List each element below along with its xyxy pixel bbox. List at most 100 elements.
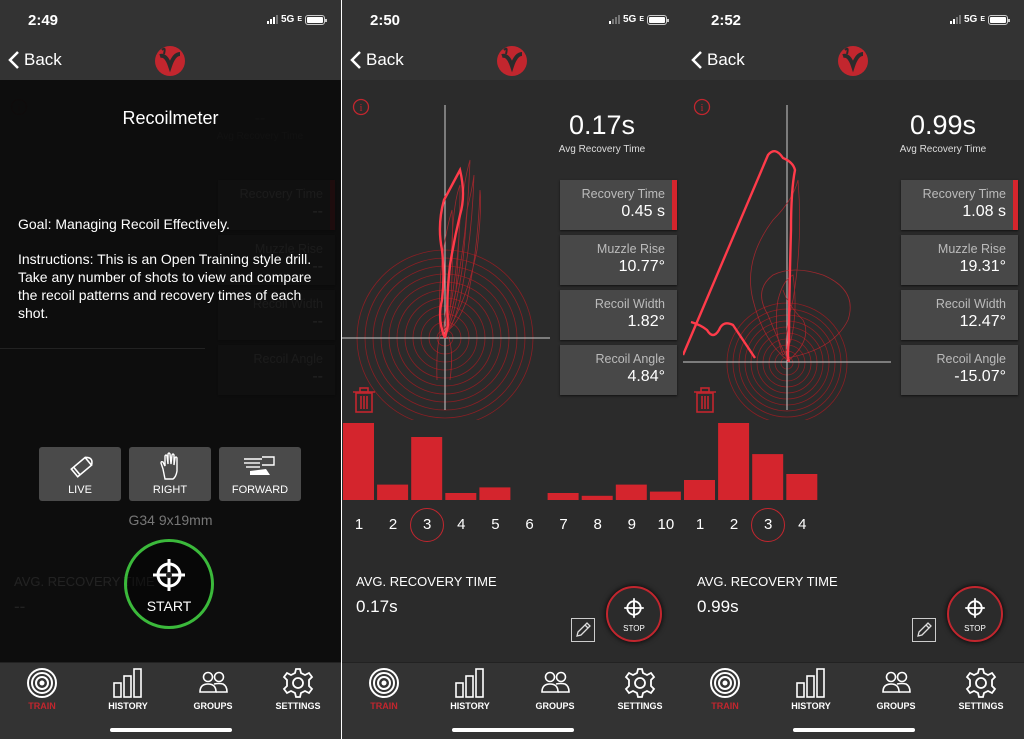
edit-button[interactable] [571,618,595,642]
hand-icon [160,452,178,480]
home-indicator[interactable] [793,728,915,732]
shot-number-9[interactable]: 9 [615,508,649,542]
battery-icon [647,14,669,25]
metric-value: 12.47° [959,313,1006,330]
option-label: LIVE [68,484,92,496]
bar-shot-4[interactable] [786,474,818,500]
shot-number-2[interactable]: 2 [376,508,410,542]
tab-settings[interactable]: SETTINGS [258,667,338,711]
avg-recovery-value: 0.17s [568,110,636,140]
trash-icon[interactable] [352,386,376,414]
metric-label: Muzzle Rise [596,242,665,256]
avg-recovery-caps-label: AVG. RECOVERY TIME [697,574,838,589]
tab-bar: TRAIN HISTORY GROUPS SETTINGS [0,662,341,739]
edit-button[interactable] [912,618,936,642]
metric-label: Recoil Width [935,297,1006,311]
tab-groups[interactable]: GROUPS [515,667,595,711]
status-bar: 2:49 5G E [0,0,341,42]
shot-number-3[interactable]: 3 [751,508,786,542]
tab-train[interactable]: TRAIN [344,667,424,711]
status-time: 2:52 [711,12,742,29]
bar-shot-3[interactable] [752,454,784,500]
tab-history[interactable]: HISTORY [771,667,851,711]
status-indicators: 5G E [266,14,327,25]
home-indicator[interactable] [110,728,232,732]
tab-label: TRAIN [711,701,739,711]
trash-icon[interactable] [693,386,717,414]
gear-icon [965,668,997,698]
metric-recovery-time[interactable]: Recovery Time 0.45 s [560,180,677,230]
tab-settings[interactable]: SETTINGS [941,667,1021,711]
option-forward-button[interactable]: FORWARD [219,447,301,501]
bar-shot-10[interactable] [649,491,681,500]
nav-bar: Back [0,42,341,80]
bar-shot-2[interactable] [377,484,409,500]
shot-number-6[interactable]: 6 [513,508,547,542]
metrics-panel: Recovery Time 0.45 s Muzzle Rise 10.77° Re… [560,180,677,400]
bar-shot-8[interactable] [581,495,613,500]
crosshair-icon [153,559,185,591]
nav-bar: Back [342,42,683,80]
status-indicators: 5G E [608,14,669,25]
back-button[interactable]: Back [691,50,745,70]
shot-number-3[interactable]: 3 [410,508,445,542]
drill-goal: Goal: Managing Recoil Effectively. [18,216,230,232]
stop-button[interactable]: STOP [947,586,1003,642]
tab-groups[interactable]: GROUPS [173,667,253,711]
stop-button[interactable]: STOP [606,586,662,642]
tab-train[interactable]: TRAIN [2,667,82,711]
back-button[interactable]: Back [8,50,62,70]
option-live-button[interactable]: LIVE [39,447,121,501]
metric-label: Recoil Width [594,297,665,311]
metric-label: Recoil Angle [936,352,1007,366]
metric-muzzle-rise[interactable]: Muzzle Rise 10.77° [560,235,677,285]
back-button[interactable]: Back [350,50,404,70]
metric-value: 1.82° [627,313,665,330]
tab-settings[interactable]: SETTINGS [600,667,680,711]
tab-train[interactable]: TRAIN [685,667,765,711]
gun-caliber: G34 9x19mm [128,512,213,528]
shot-number-2[interactable]: 2 [717,508,751,542]
bar-shot-9[interactable] [615,484,647,500]
shot-number-1[interactable]: 1 [342,508,376,542]
signal-icon [266,15,278,24]
shot-number-5[interactable]: 5 [478,508,512,542]
option-right-button[interactable]: RIGHT [129,447,211,501]
shot-number-4[interactable]: 4 [785,508,819,542]
bar-shot-5[interactable] [479,487,511,500]
bar-shot-1[interactable] [343,423,374,500]
metric-recovery-time[interactable]: Recovery Time 1.08 s [901,180,1018,230]
bar-shot-3[interactable] [411,437,443,500]
network-suffix: E [980,16,985,23]
shot-number-1[interactable]: 1 [683,508,717,542]
bar-shot-7[interactable] [547,493,579,500]
home-indicator[interactable] [452,728,574,732]
metric-value: 19.31° [959,258,1006,275]
drill-title: Recoilmeter [122,108,219,128]
avg-recovery-label: Avg Recovery Time [558,144,646,155]
tab-groups[interactable]: GROUPS [856,667,936,711]
bar-shot-2[interactable] [718,423,750,500]
metric-muzzle-rise[interactable]: Muzzle Rise 19.31° [901,235,1018,285]
bar-shot-1[interactable] [684,480,715,500]
metric-recoil-angle[interactable]: Recoil Angle 4.84° [560,345,677,395]
main-content: i 0.99s Avg Recovery Time Recovery Time 1… [683,80,1024,662]
metric-recoil-width[interactable]: Recoil Width 12.47° [901,290,1018,340]
tab-label: GROUPS [193,701,233,711]
shot-number-4[interactable]: 4 [444,508,478,542]
start-button[interactable]: START [124,539,214,629]
tab-history[interactable]: HISTORY [430,667,510,711]
start-label: START [146,598,192,614]
bar-shot-4[interactable] [445,493,477,500]
metric-label: Recovery Time [581,187,665,201]
metric-recoil-angle[interactable]: Recoil Angle -15.07° [901,345,1018,395]
screen-recoilmeter-10-shots: 2:50 5G E Back i 0.17s Avg Recovery Time… [342,0,683,739]
shot-number-8[interactable]: 8 [581,508,615,542]
tab-history[interactable]: HISTORY [88,667,168,711]
nav-bar: Back [683,42,1024,80]
people-icon [882,671,911,693]
stop-label: STOP [964,624,986,633]
shot-number-10[interactable]: 10 [649,508,683,542]
metric-recoil-width[interactable]: Recoil Width 1.82° [560,290,677,340]
shot-number-7[interactable]: 7 [547,508,581,542]
